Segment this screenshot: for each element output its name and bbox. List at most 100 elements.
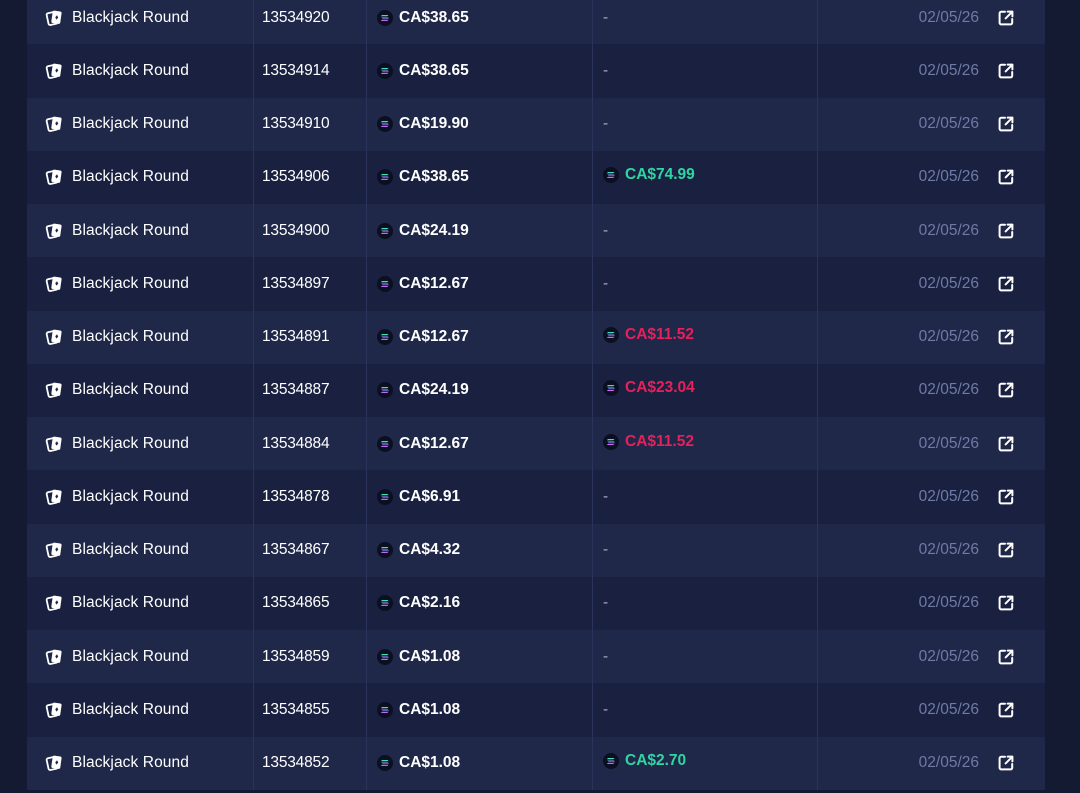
table-row[interactable]: Blackjack Round 13534878 CA$6.91 - 02/05… — [27, 470, 1045, 524]
solana-coin-icon — [377, 648, 393, 665]
payout-empty: - — [603, 115, 609, 133]
bet-id: 13534900 — [262, 221, 330, 239]
game-name[interactable]: Blackjack Round — [72, 488, 189, 506]
external-link-icon[interactable] — [997, 754, 1015, 772]
game-cell: Blackjack Round — [27, 470, 254, 524]
payout-empty: - — [603, 541, 609, 559]
game-name[interactable]: Blackjack Round — [72, 222, 189, 240]
game-cell: Blackjack Round — [27, 576, 254, 630]
external-link-icon[interactable] — [997, 541, 1015, 559]
bet-amount-value: CA$6.91 — [399, 487, 461, 505]
external-link-icon[interactable] — [997, 488, 1015, 506]
bet-amount: CA$38.65 — [377, 168, 469, 186]
game-cell: Blackjack Round — [27, 523, 254, 577]
table-row[interactable]: Blackjack Round 13534900 CA$24.19 - 02/0… — [27, 204, 1045, 258]
external-link-icon[interactable] — [997, 435, 1015, 453]
table-row[interactable]: Blackjack Round 13534910 CA$19.90 - 02/0… — [27, 97, 1045, 151]
date-cell: 02/05/26 — [818, 524, 1045, 577]
payout-cell: - — [593, 257, 818, 311]
table-row[interactable]: Blackjack Round 13534906 CA$38.65 CA$74.… — [27, 150, 1045, 204]
bet-date: 02/05/26 — [918, 594, 979, 612]
table-row[interactable]: Blackjack Round 13534867 CA$4.32 - 02/05… — [27, 523, 1045, 577]
bet-id-cell: 13534900 — [254, 204, 367, 258]
game-name[interactable]: Blackjack Round — [72, 435, 189, 453]
playing-cards-icon — [45, 489, 62, 505]
external-link-icon[interactable] — [997, 594, 1015, 612]
bet-amount-cell: CA$38.65 — [367, 150, 593, 204]
bet-date: 02/05/26 — [918, 328, 979, 346]
solana-coin-icon — [377, 595, 393, 612]
payout-empty: - — [603, 221, 609, 239]
game-name[interactable]: Blackjack Round — [72, 9, 189, 27]
game-name[interactable]: Blackjack Round — [72, 62, 189, 80]
playing-cards-icon — [45, 596, 62, 612]
payout-amount-value: CA$74.99 — [625, 166, 695, 184]
external-link-icon[interactable] — [997, 275, 1015, 293]
table-row[interactable]: Blackjack Round 13534897 CA$12.67 - 02/0… — [27, 257, 1045, 311]
game-name[interactable]: Blackjack Round — [72, 168, 189, 186]
bet-date: 02/05/26 — [918, 221, 979, 239]
date-cell: 02/05/26 — [818, 470, 1045, 523]
date-cell: 02/05/26 — [818, 0, 1045, 44]
bet-date: 02/05/26 — [918, 8, 979, 26]
game-name[interactable]: Blackjack Round — [72, 648, 189, 666]
external-link-icon[interactable] — [997, 222, 1015, 240]
bet-amount-cell: CA$6.91 — [367, 470, 593, 524]
external-link-icon[interactable] — [997, 9, 1015, 27]
game-name[interactable]: Blackjack Round — [72, 115, 189, 133]
playing-cards-icon — [45, 702, 62, 718]
table-row[interactable]: Blackjack Round 13534891 CA$12.67 CA$11.… — [27, 310, 1045, 364]
external-link-icon[interactable] — [997, 168, 1015, 186]
external-link-icon[interactable] — [997, 115, 1015, 133]
game-name[interactable]: Blackjack Round — [72, 381, 189, 399]
solana-coin-icon — [377, 9, 393, 26]
bet-amount-cell: CA$1.08 — [367, 683, 593, 737]
table-row[interactable]: Blackjack Round 13534920 CA$38.65 - 02/0… — [27, 0, 1045, 45]
external-link-icon[interactable] — [997, 381, 1015, 399]
table-row[interactable]: Blackjack Round 13534865 CA$2.16 - 02/05… — [27, 576, 1045, 630]
bet-amount-cell: CA$1.08 — [367, 630, 593, 684]
table-row[interactable]: Blackjack Round 13534914 CA$38.65 - 02/0… — [27, 44, 1045, 98]
bet-amount-value: CA$38.65 — [399, 61, 469, 79]
game-cell: Blackjack Round — [27, 257, 254, 311]
game-name[interactable]: Blackjack Round — [72, 328, 189, 346]
bet-id: 13534906 — [262, 168, 330, 186]
bet-amount-cell: CA$2.16 — [367, 576, 593, 630]
payout-cell: CA$11.52 — [593, 417, 818, 471]
table-row[interactable]: Blackjack Round 13534887 CA$24.19 CA$23.… — [27, 363, 1045, 417]
bet-amount-cell: CA$1.08 — [367, 736, 593, 790]
bet-date: 02/05/26 — [918, 541, 979, 559]
bet-amount-cell: CA$24.19 — [367, 363, 593, 417]
bet-amount-value: CA$38.65 — [399, 8, 469, 26]
playing-cards-icon — [45, 10, 62, 26]
bet-amount: CA$2.16 — [377, 594, 460, 612]
bet-amount-cell: CA$19.90 — [367, 97, 593, 151]
external-link-icon[interactable] — [997, 701, 1015, 719]
game-name[interactable]: Blackjack Round — [72, 594, 189, 612]
game-name[interactable]: Blackjack Round — [72, 701, 189, 719]
bet-id: 13534910 — [262, 115, 330, 133]
game-cell: Blackjack Round — [27, 736, 254, 790]
bet-id-cell: 13534910 — [254, 97, 367, 151]
bet-amount-value: CA$1.08 — [399, 754, 461, 772]
table-row[interactable]: Blackjack Round 13534884 CA$12.67 CA$11.… — [27, 417, 1045, 471]
game-name[interactable]: Blackjack Round — [72, 754, 189, 772]
game-cell: Blackjack Round — [27, 310, 254, 364]
external-link-icon[interactable] — [997, 648, 1015, 666]
game-cell: Blackjack Round — [27, 417, 254, 471]
bet-date: 02/05/26 — [918, 381, 979, 399]
solana-coin-icon — [377, 62, 393, 79]
table-row[interactable]: Blackjack Round 13534859 CA$1.08 - 02/05… — [27, 630, 1045, 684]
table-row[interactable]: Blackjack Round 13534852 CA$1.08 CA$2.70… — [27, 736, 1045, 790]
external-link-icon[interactable] — [997, 328, 1015, 346]
bet-id-cell: 13534878 — [254, 470, 367, 524]
game-cell: Blackjack Round — [27, 44, 254, 98]
table-row[interactable]: Blackjack Round 13534855 CA$1.08 - 02/05… — [27, 683, 1045, 737]
game-name[interactable]: Blackjack Round — [72, 275, 189, 293]
bet-amount: CA$19.90 — [377, 115, 469, 133]
external-link-icon[interactable] — [997, 62, 1015, 80]
payout-amount: CA$11.52 — [603, 433, 694, 451]
payout-cell: - — [593, 470, 818, 524]
bet-amount: CA$1.08 — [377, 648, 460, 666]
game-name[interactable]: Blackjack Round — [72, 541, 189, 559]
